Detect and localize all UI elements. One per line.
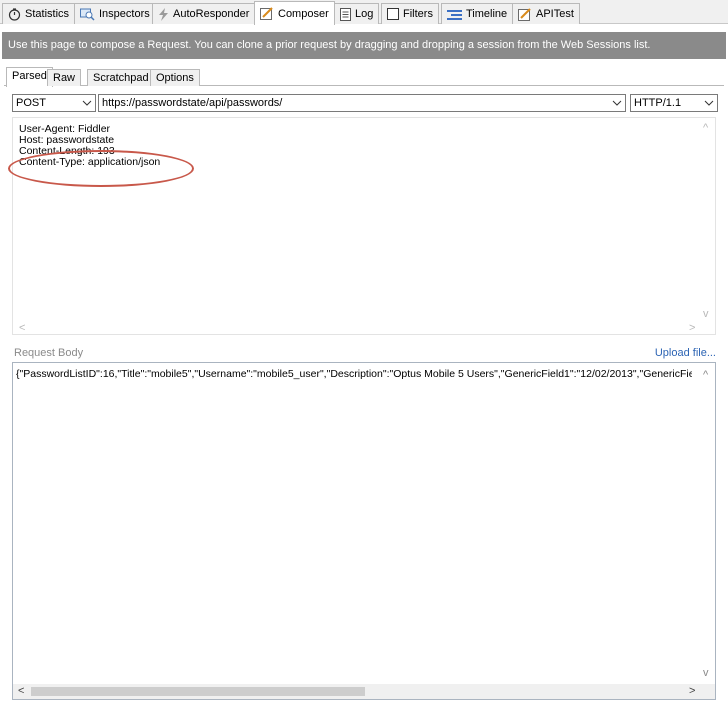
tab-label: AutoResponder xyxy=(173,8,250,20)
tab-autoresponder[interactable]: AutoResponder xyxy=(152,3,256,24)
subtab-scratchpad[interactable]: Scratchpad xyxy=(87,69,155,86)
subtab-options[interactable]: Options xyxy=(150,69,200,86)
tab-apitest[interactable]: APITest xyxy=(512,3,580,24)
scroll-up-arrow[interactable]: ^ xyxy=(703,122,708,134)
pencil-icon xyxy=(260,7,273,20)
request-headers-editor[interactable]: User-Agent: Fiddler Host: passwordstate … xyxy=(8,117,716,335)
composer-subtabs: Parsed Raw Scratchpad Options xyxy=(4,67,724,87)
http-version-value: HTTP/1.1 xyxy=(634,97,682,109)
chevron-down-icon xyxy=(82,100,92,106)
scroll-right-arrow[interactable]: > xyxy=(689,322,695,334)
horizontal-scrollbar[interactable]: < > xyxy=(13,684,715,699)
tab-label: Log xyxy=(355,8,374,20)
tab-label: Timeline xyxy=(466,8,508,20)
scroll-up-arrow[interactable]: ^ xyxy=(703,369,708,381)
tab-label: Inspectors xyxy=(99,8,150,20)
tab-label: APITest xyxy=(536,8,574,20)
url-value: https://passwordstate/api/passwords/ xyxy=(102,97,283,109)
scroll-right-arrow[interactable]: > xyxy=(689,685,695,697)
subtab-raw[interactable]: Raw xyxy=(47,69,82,86)
composer-info-banner: Use this page to compose a Request. You … xyxy=(2,32,726,59)
request-body-text: {"PasswordListID":16,"Title":"mobile5","… xyxy=(16,368,692,380)
method-value: POST xyxy=(16,97,46,109)
upload-file-link[interactable]: Upload file... xyxy=(655,347,716,359)
subtab-parsed[interactable]: Parsed xyxy=(6,67,53,87)
tab-filters[interactable]: Filters xyxy=(381,3,439,24)
scroll-left-arrow[interactable]: < xyxy=(18,685,24,697)
highlight-annotation xyxy=(8,150,194,187)
document-icon xyxy=(340,7,351,21)
scroll-down-arrow[interactable]: v xyxy=(703,308,709,320)
tab-label: Statistics xyxy=(25,8,70,20)
scrollbar-thumb[interactable] xyxy=(31,687,365,696)
tab-log[interactable]: Log xyxy=(334,3,380,24)
scroll-down-arrow[interactable]: v xyxy=(703,667,709,679)
http-version-select[interactable]: HTTP/1.1 xyxy=(630,94,718,112)
scroll-left-arrow[interactable]: < xyxy=(19,322,25,334)
main-tab-strip: Statistics Inspectors AutoResponder Comp… xyxy=(0,0,728,25)
tab-statistics[interactable]: Statistics xyxy=(2,3,76,24)
timeline-bars-icon xyxy=(447,9,462,20)
chevron-down-icon xyxy=(704,100,714,106)
method-select[interactable]: POST xyxy=(12,94,96,112)
url-input[interactable]: https://passwordstate/api/passwords/ xyxy=(98,94,626,112)
tab-inspectors[interactable]: Inspectors xyxy=(74,3,156,24)
lightning-icon xyxy=(159,7,168,21)
edit-icon xyxy=(518,7,531,21)
request-body-editor[interactable]: {"PasswordListID":16,"Title":"mobile5","… xyxy=(12,362,716,700)
chevron-down-icon xyxy=(612,100,622,106)
request-body-label: Request Body xyxy=(14,347,84,359)
magnifier-icon xyxy=(80,8,95,21)
stopwatch-icon xyxy=(8,7,21,21)
tab-label: Composer xyxy=(278,7,329,20)
tab-composer[interactable]: Composer xyxy=(254,1,335,25)
tab-label: Filters xyxy=(403,8,433,20)
checkbox-icon xyxy=(387,8,399,20)
tab-timeline[interactable]: Timeline xyxy=(441,3,514,24)
